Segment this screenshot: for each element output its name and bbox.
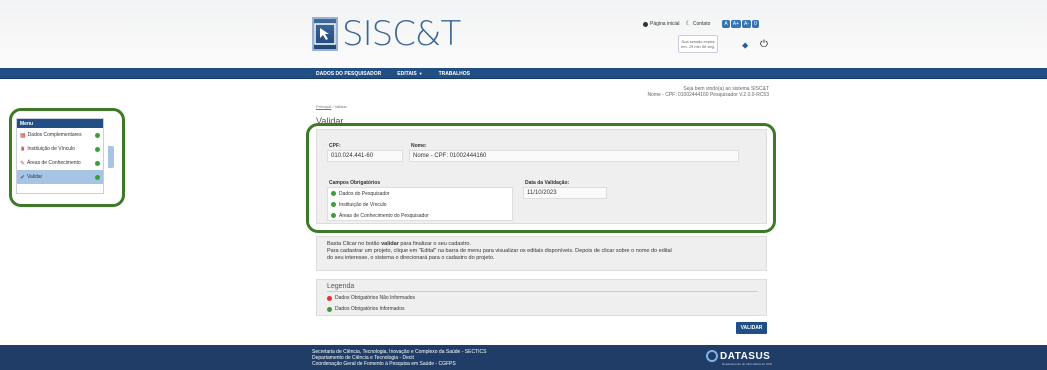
highlight-outline-form [306, 123, 776, 233]
phone-icon: ☾ [685, 21, 691, 27]
green-dot-icon [327, 306, 332, 312]
logo-text: SISC&T [342, 14, 461, 54]
session-line-2: em: 29 min 56 seg. [680, 44, 716, 49]
breadcrumb-current: Validar [334, 104, 347, 109]
datasus-subtitle: Departamento de Informática do SUS [722, 362, 773, 366]
welcome-line-2: Nome - CPF: 01002444160 Pesquisador V.2.… [647, 92, 769, 98]
welcome-message: Seja bem vindo(a) ao sistema SISC&T Nome… [647, 86, 769, 98]
legend-item: Dados Obrigatórios Não Informados [327, 293, 758, 303]
breadcrumb-home[interactable]: Principal [316, 104, 331, 109]
legend: Legenda Dados Obrigatórios Não Informado… [316, 279, 767, 316]
home-link[interactable]: Página inicial [643, 21, 679, 27]
datasus-icon [706, 350, 718, 362]
legend-item: Dados Obrigatórios Informados [327, 304, 758, 314]
nav-label: EDITAIS [397, 70, 417, 77]
highlight-outline-menu [9, 108, 125, 207]
info-post: para finalizar o seu cadastro. [398, 241, 472, 247]
nav-editais[interactable]: EDITAIS ▼ [397, 71, 422, 77]
nav-dados-pesquisador[interactable]: DADOS DO PESQUISADOR [316, 71, 381, 77]
page: SISC&T Página inicial ☾ Contato A A+ A- 0… [0, 0, 1047, 370]
info-line-2: Para cadastrar um projeto, clique em "Ed… [327, 248, 672, 254]
top-links: Página inicial ☾ Contato A A+ A- 0 [643, 20, 759, 28]
contact-link[interactable]: ☾ Contato [685, 21, 710, 27]
breadcrumb: Principal / Validar [316, 104, 347, 109]
contrast-button[interactable]: 0 [751, 20, 759, 28]
nav-label: DADOS DO PESQUISADOR [316, 70, 382, 77]
datasus-logo[interactable]: DATASUS Departamento de Informática do S… [706, 350, 772, 366]
logo-cursor-icon [312, 17, 338, 51]
settings-icon[interactable]: ⬥ [742, 40, 748, 51]
font-size-controls: A A+ A- 0 [722, 20, 759, 28]
chevron-down-icon: ▼ [418, 70, 423, 76]
legend-label: Dados Obrigatórios Não Informados [335, 295, 416, 301]
validate-button[interactable]: VALIDAR [736, 322, 767, 334]
font-normal-button[interactable]: A [722, 20, 730, 28]
header [0, 0, 1047, 68]
navbar: DADOS DO PESQUISADOR EDITAIS ▼ TRABALHOS [0, 68, 1047, 79]
info-bold: validar [381, 241, 399, 247]
sisct-logo[interactable]: SISC&T [312, 16, 461, 52]
font-increase-button[interactable]: A+ [730, 20, 741, 28]
info-message: Basta Clicar no botão validar para final… [316, 236, 767, 271]
info-pre: Basta Clicar no botão [327, 241, 382, 247]
session-timer: Sua sessão expira em: 29 min 56 seg. [678, 35, 718, 53]
legend-title: Legenda [327, 283, 355, 290]
legend-label: Dados Obrigatórios Informados [335, 306, 405, 312]
nav-label: TRABALHOS [438, 70, 471, 77]
footer-line-3: Coordenação Geral de Fomento à Pesquisa … [312, 361, 456, 367]
home-icon [643, 21, 648, 27]
datasus-text: DATASUS [720, 350, 771, 362]
red-dot-icon [327, 295, 332, 301]
footer: Secretaria de Ciência, Tecnologia, Inova… [0, 345, 1047, 370]
nav-trabalhos[interactable]: TRABALHOS [439, 71, 470, 77]
font-decrease-button[interactable]: A- [741, 20, 751, 28]
power-icon[interactable]: ⏻ [760, 39, 768, 50]
contact-link-label: Contato [692, 21, 711, 27]
home-link-label: Página inicial [650, 21, 680, 27]
info-line-3: do seu interesse, o sistema o direcionar… [327, 255, 495, 261]
